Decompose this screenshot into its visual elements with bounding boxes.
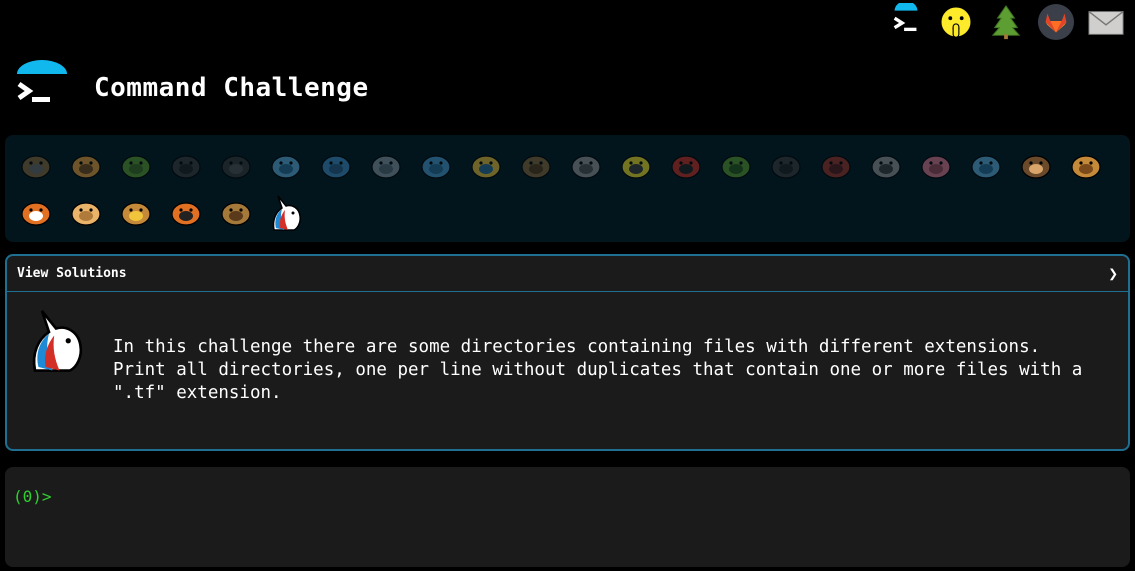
challenge-microbe[interactable]: [961, 141, 1011, 188]
hamster-icon: [71, 201, 101, 226]
challenge-panel: View Solutions ❯ In this challenge there…: [5, 254, 1130, 451]
ant-icon: [171, 154, 201, 179]
shushing-face-icon: [940, 6, 972, 38]
challenge-dog[interactable]: [1061, 141, 1111, 188]
top-nav: [885, 0, 1135, 44]
challenge-scorpion[interactable]: [811, 141, 861, 188]
challenge-shark[interactable]: [361, 141, 411, 188]
snail-icon: [21, 154, 51, 179]
worm-icon: [921, 154, 951, 179]
butterfly-icon: [71, 154, 101, 179]
caterpillar-icon: [121, 154, 151, 179]
envelope-icon: [1088, 10, 1124, 35]
challenge-fly[interactable]: [861, 141, 911, 188]
challenge-monkey[interactable]: [1011, 141, 1061, 188]
challenge-fish[interactable]: [411, 141, 461, 188]
unicorn-icon: [32, 310, 83, 372]
chevron-right-icon: ❯: [1108, 264, 1118, 283]
unicorn-icon: [272, 195, 301, 231]
challenge-ant[interactable]: [161, 141, 211, 188]
tree-link[interactable]: [985, 1, 1027, 43]
terminal-prompt: (0)>: [13, 487, 52, 506]
gitlab-link[interactable]: [1035, 1, 1077, 43]
page-title: Command Challenge: [94, 73, 369, 103]
spider-icon: [771, 154, 801, 179]
challenge-tropical-fish[interactable]: [461, 141, 511, 188]
challenge-body: In this challenge there are some directo…: [7, 292, 1128, 449]
challenge-spider[interactable]: [761, 141, 811, 188]
challenge-horse[interactable]: [211, 188, 261, 235]
challenge-selector: [5, 135, 1130, 242]
fox-icon: [21, 201, 51, 226]
challenge-description: In this challenge there are some directo…: [113, 337, 1083, 403]
challenge-fox[interactable]: [11, 188, 61, 235]
scorpion-icon: [821, 154, 851, 179]
challenge-whale[interactable]: [261, 141, 311, 188]
dog-icon: [1071, 154, 1101, 179]
terminal-logo-icon: [893, 3, 918, 32]
view-solutions-toggle[interactable]: View Solutions ❯: [7, 256, 1128, 292]
blowfish-icon: [521, 154, 551, 179]
shark-icon: [371, 154, 401, 179]
contact-link[interactable]: [1085, 1, 1127, 43]
challenge-dolphin[interactable]: [311, 141, 361, 188]
challenge-blowfish[interactable]: [511, 141, 561, 188]
challenge-hamster[interactable]: [61, 188, 111, 235]
lion-icon: [121, 201, 151, 226]
microbe-icon: [971, 154, 1001, 179]
home-link[interactable]: [885, 1, 927, 43]
wolf-icon: [571, 154, 601, 179]
challenge-bee[interactable]: [611, 141, 661, 188]
terminal-logo-icon: [17, 60, 67, 102]
tropical-fish-icon: [471, 154, 501, 179]
monkey-icon: [1021, 154, 1051, 179]
fish-icon: [421, 154, 451, 179]
dolphin-icon: [321, 154, 351, 179]
challenge-tiger[interactable]: [161, 188, 211, 235]
fly-icon: [871, 154, 901, 179]
challenge-caterpillar[interactable]: [111, 141, 161, 188]
page-header: Command Challenge: [14, 58, 369, 118]
tiger-icon: [171, 201, 201, 226]
challenge-butterfly[interactable]: [61, 141, 111, 188]
challenge-unicorn[interactable]: [261, 188, 311, 235]
challenge-snail[interactable]: [11, 141, 61, 188]
whale-icon: [271, 154, 301, 179]
challenge-wolf[interactable]: [561, 141, 611, 188]
horse-icon: [221, 201, 251, 226]
terminal[interactable]: (0)>: [5, 467, 1130, 567]
ladybug-icon: [671, 154, 701, 179]
cricket-icon: [721, 154, 751, 179]
view-solutions-label: View Solutions: [17, 266, 127, 281]
challenge-cricket[interactable]: [711, 141, 761, 188]
gitlab-icon: [1037, 3, 1075, 41]
ship-wheel-icon: [221, 154, 251, 179]
challenge-worm[interactable]: [911, 141, 961, 188]
challenge-lion[interactable]: [111, 188, 161, 235]
challenge-ladybug[interactable]: [661, 141, 711, 188]
bee-icon: [621, 154, 651, 179]
evergreen-tree-icon: [991, 5, 1021, 40]
challenge-ship-wheel[interactable]: [211, 141, 261, 188]
shush-link[interactable]: [935, 1, 977, 43]
